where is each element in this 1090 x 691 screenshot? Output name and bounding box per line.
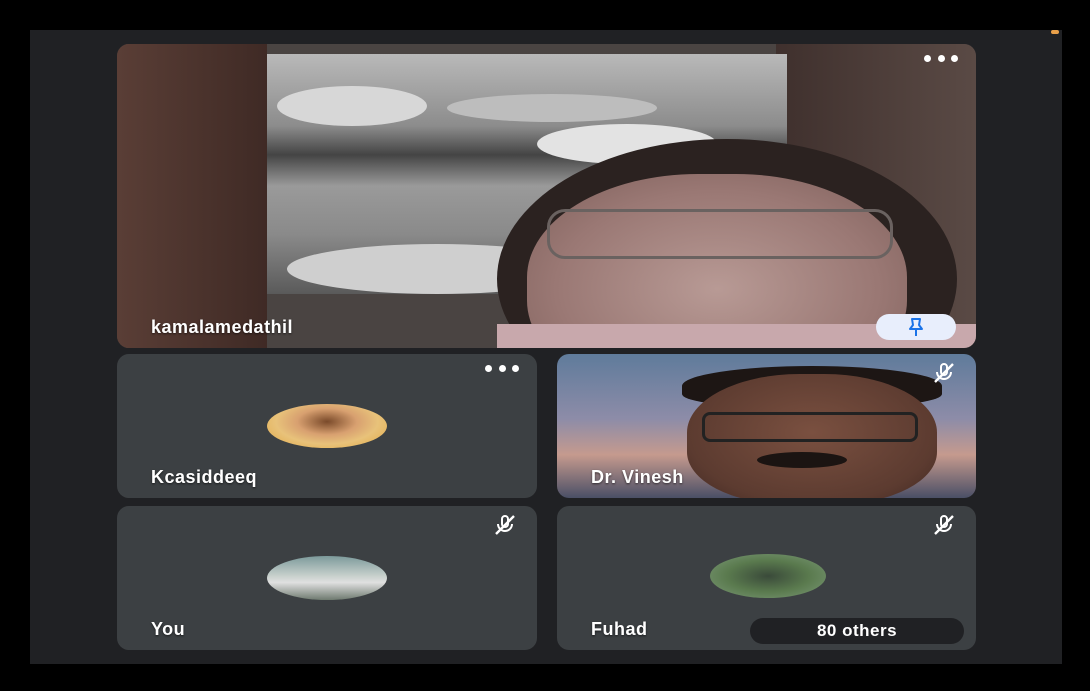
participant-video [527,174,907,348]
video-background [447,94,657,122]
main-video-tile[interactable]: kamalamedathil [117,44,976,348]
participant-tile[interactable]: You [117,506,537,650]
mic-off-icon [495,515,515,535]
video-background [277,86,427,126]
avatar [267,556,387,600]
video-background [117,44,267,348]
participant-tile[interactable]: Dr. Vinesh [557,354,976,498]
pin-icon [909,318,923,336]
participant-tile[interactable]: Fuhad 80 others [557,506,976,650]
more-options-icon[interactable] [485,360,519,376]
participant-video [547,209,893,259]
meeting-screen: kamalamedathil Kcasiddeeq Dr. Vinesh You… [30,30,1062,664]
status-indicator [1051,30,1059,34]
avatar [267,404,387,448]
pin-button[interactable] [876,314,956,340]
participant-name: Kcasiddeeq [151,467,258,487]
participant-name: Fuhad [591,619,648,639]
participant-video [702,412,918,442]
participant-name: You [151,619,186,639]
participant-name: kamalamedathil [151,317,294,337]
mic-off-icon [934,363,954,383]
avatar [710,554,826,598]
participant-video [757,452,847,468]
participant-name: Dr. Vinesh [591,467,684,487]
mic-off-icon [934,515,954,535]
others-count-badge[interactable]: 80 others [750,618,964,644]
more-options-icon[interactable] [924,50,958,66]
participant-tile[interactable]: Kcasiddeeq [117,354,537,498]
